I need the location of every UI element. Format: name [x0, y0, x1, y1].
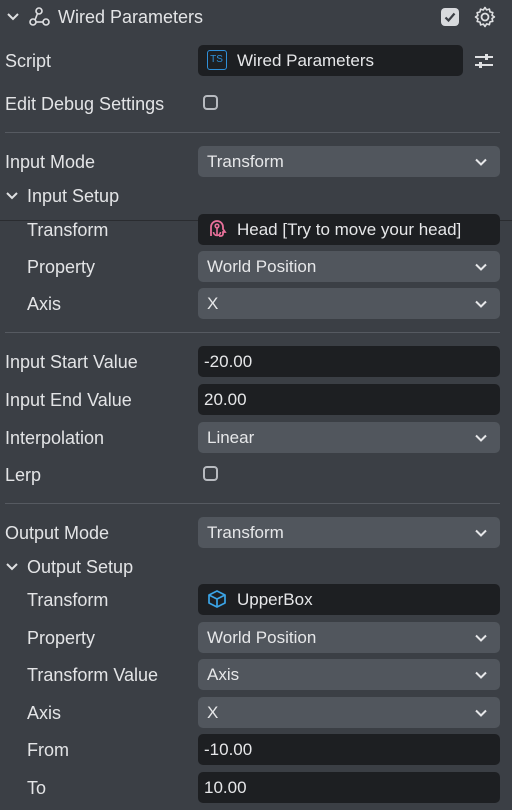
- script-field[interactable]: TS Wired Parameters: [198, 45, 463, 76]
- checkmark-icon: [444, 12, 456, 23]
- lerp-row: Lerp: [0, 458, 512, 492]
- chevron-down-icon: [475, 158, 487, 166]
- input-start-row: Input Start Value -20.00: [0, 345, 512, 379]
- script-label: Script: [5, 51, 52, 71]
- output-transform-value-value: Axis: [207, 665, 240, 684]
- input-end-value: 20.00: [204, 390, 247, 409]
- output-from-row: From -10.00: [0, 733, 512, 767]
- component-title: Wired Parameters: [58, 7, 204, 27]
- output-transform-value-dropdown[interactable]: Axis: [198, 659, 500, 690]
- output-to-row: To 10.00: [0, 771, 512, 805]
- output-transform-row: Transform UpperBox: [0, 583, 512, 617]
- output-transform-value-row: Transform Value Axis: [0, 658, 512, 692]
- output-property-dropdown[interactable]: World Position: [198, 622, 500, 653]
- divider: [5, 503, 500, 504]
- input-start-field[interactable]: -20.00: [198, 346, 500, 377]
- input-transform-row: Transform Head [Try to move your head]: [0, 213, 512, 247]
- output-to-value: 10.00: [204, 778, 247, 797]
- output-setup-label: Output Setup: [27, 557, 134, 577]
- interpolation-dropdown[interactable]: Linear: [198, 422, 500, 453]
- input-axis-dropdown[interactable]: X: [198, 288, 500, 319]
- output-transform-label: Transform: [27, 590, 109, 610]
- lerp-label: Lerp: [5, 465, 42, 485]
- input-property-value: World Position: [207, 257, 317, 276]
- input-start-value: -20.00: [204, 352, 253, 371]
- input-property-dropdown[interactable]: World Position: [198, 251, 500, 282]
- divider: [5, 132, 500, 133]
- interpolation-row: Interpolation Linear: [0, 421, 512, 455]
- input-mode-label: Input Mode: [5, 152, 96, 172]
- output-transform-value-label: Transform Value: [27, 665, 159, 685]
- output-property-value: World Position: [207, 628, 317, 647]
- interpolation-label: Interpolation: [5, 428, 105, 448]
- input-transform-label: Transform: [27, 220, 109, 240]
- output-mode-value: Transform: [207, 523, 284, 542]
- output-mode-dropdown[interactable]: Transform: [198, 517, 500, 548]
- enabled-checkbox[interactable]: [441, 8, 459, 26]
- collapse-chevron-icon[interactable]: [6, 11, 20, 23]
- output-transform-value: UpperBox: [237, 590, 313, 609]
- edit-debug-row: Edit Debug Settings: [0, 87, 512, 121]
- output-to-label: To: [27, 778, 47, 798]
- input-property-label: Property: [27, 257, 96, 277]
- output-transform-field[interactable]: UpperBox: [198, 584, 500, 615]
- output-from-value: -10.00: [204, 740, 253, 759]
- input-setup-header[interactable]: Input Setup: [0, 179, 512, 213]
- output-setup-header[interactable]: Output Setup: [0, 550, 512, 584]
- output-from-field[interactable]: -10.00: [198, 734, 500, 765]
- chevron-down-icon: [475, 300, 487, 308]
- input-setup-label: Input Setup: [27, 186, 120, 206]
- script-row: Script TS Wired Parameters: [0, 44, 512, 78]
- input-end-label: Input End Value: [5, 390, 132, 410]
- output-axis-value: X: [207, 703, 219, 722]
- input-mode-dropdown[interactable]: Transform: [198, 146, 500, 177]
- input-mode-value: Transform: [207, 152, 284, 171]
- output-property-label: Property: [27, 628, 96, 648]
- input-start-label: Input Start Value: [5, 352, 138, 372]
- output-mode-row: Output Mode Transform: [0, 516, 512, 550]
- output-axis-row: Axis X: [0, 696, 512, 730]
- chevron-down-icon: [475, 434, 487, 442]
- expand-chevron-icon[interactable]: [5, 190, 19, 202]
- expand-chevron-icon[interactable]: [5, 561, 19, 573]
- input-axis-value: X: [207, 294, 219, 313]
- output-property-row: Property World Position: [0, 621, 512, 655]
- chevron-down-icon: [475, 263, 487, 271]
- typescript-icon: TS: [207, 50, 227, 70]
- edit-debug-label: Edit Debug Settings: [5, 94, 165, 114]
- input-property-row: Property World Position: [0, 250, 512, 284]
- output-to-field[interactable]: 10.00: [198, 772, 500, 803]
- chevron-down-icon: [475, 634, 487, 642]
- chevron-down-icon: [475, 671, 487, 679]
- output-axis-dropdown[interactable]: X: [198, 697, 500, 728]
- output-from-label: From: [27, 740, 69, 760]
- input-axis-row: Axis X: [0, 287, 512, 321]
- input-end-field[interactable]: 20.00: [198, 384, 500, 415]
- cube-icon: [208, 590, 226, 608]
- head-anchor-icon: [210, 220, 227, 237]
- output-axis-label: Axis: [27, 703, 62, 723]
- ts-badge: TS: [210, 54, 223, 65]
- component-header: Wired Parameters: [0, 0, 512, 34]
- input-transform-value: Head [Try to move your head]: [237, 220, 462, 239]
- divider: [5, 332, 500, 333]
- gear-icon[interactable]: [473, 5, 497, 29]
- output-mode-label: Output Mode: [5, 523, 110, 543]
- graph-nodes-icon: [29, 7, 50, 26]
- lerp-checkbox[interactable]: [203, 466, 218, 481]
- input-axis-label: Axis: [27, 294, 62, 314]
- interpolation-value: Linear: [207, 428, 255, 447]
- script-value: Wired Parameters: [237, 51, 374, 70]
- chevron-down-icon: [475, 529, 487, 537]
- input-end-row: Input End Value 20.00: [0, 383, 512, 417]
- input-transform-field[interactable]: Head [Try to move your head]: [198, 214, 500, 245]
- edit-debug-checkbox[interactable]: [203, 95, 218, 110]
- input-mode-row: Input Mode Transform: [0, 145, 512, 179]
- settings-sliders-icon[interactable]: [474, 53, 494, 69]
- chevron-down-icon: [475, 709, 487, 717]
